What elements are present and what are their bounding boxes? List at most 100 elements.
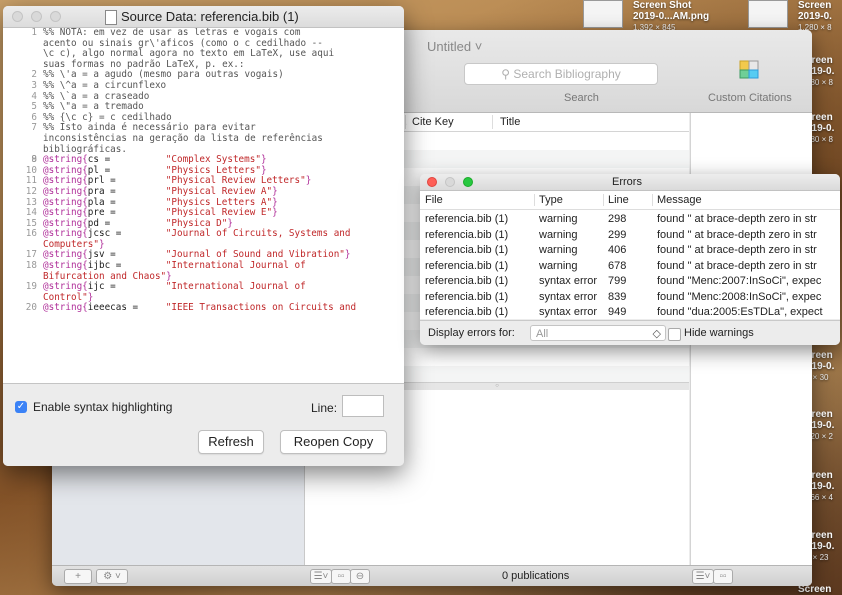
display-errors-label: Display errors for: — [428, 327, 515, 339]
link-button[interactable]: ⊖ — [350, 569, 370, 584]
refresh-button[interactable]: Refresh — [198, 430, 264, 454]
error-line-cell: 298 — [608, 213, 627, 225]
error-row[interactable]: referencia.bib (1) warning 299 found " at b… — [420, 228, 840, 243]
error-type-cell: syntax error — [539, 306, 598, 318]
code-string: "Physics Letters" — [165, 164, 261, 176]
error-line-cell: 406 — [608, 244, 627, 256]
code-comment: bibliográficas. — [43, 143, 127, 155]
code-string: "Journal of Sound and Vibration" — [165, 249, 345, 261]
hide-warnings-label[interactable]: Hide warnings — [684, 327, 754, 339]
column-header-file[interactable]: File — [425, 194, 443, 206]
error-message-cell: found " at brace-depth zero in str — [657, 228, 817, 241]
action-menu-button[interactable]: ⚙ ˅ — [96, 569, 128, 584]
column-divider — [603, 194, 604, 206]
column-header-line[interactable]: Line — [608, 194, 629, 206]
error-type-cell: syntax error — [539, 275, 598, 287]
error-row[interactable]: referencia.bib (1) warning 678 found " at b… — [420, 259, 840, 274]
code-brace: } — [166, 270, 172, 282]
file-name: Screen Shot — [633, 0, 692, 11]
minimize-icon[interactable] — [445, 177, 455, 187]
code-brace: } — [227, 217, 233, 229]
display-errors-select[interactable]: All ◇ — [530, 325, 666, 341]
error-type-cell: warning — [539, 228, 578, 241]
errors-table-header: File Type Line Message — [420, 191, 840, 210]
column-header-type[interactable]: Type — [539, 194, 563, 206]
code-string: "Physical Review Letters" — [165, 175, 306, 187]
code-keyword: @string{ — [43, 185, 88, 197]
column-header-title[interactable]: Title — [500, 116, 520, 128]
errors-table[interactable]: File Type Line Message referencia.bib (1… — [420, 191, 840, 319]
chevron-updown-icon: ◇ — [652, 328, 661, 340]
error-file-cell: referencia.bib (1) — [425, 306, 509, 318]
zoom-icon[interactable] — [463, 177, 473, 187]
column-divider — [405, 115, 406, 129]
title-bar[interactable]: Source Data: referencia.bib (1) — [3, 6, 404, 28]
code-key: ieeecas = — [87, 302, 139, 314]
add-group-button[interactable]: + — [64, 569, 92, 584]
error-file-cell: referencia.bib (1) — [425, 259, 509, 272]
code-brace: } — [260, 164, 267, 176]
minimize-icon[interactable] — [31, 11, 42, 22]
code-string: "Physical Review A" — [165, 185, 273, 197]
code-key: ijc = — [87, 281, 116, 293]
screenshot-thumbnail[interactable] — [748, 0, 788, 28]
side-list-button[interactable]: ☰˅ — [692, 569, 714, 584]
code-comment: %% \"a = a tremado — [43, 101, 144, 113]
screenshot-thumbnail[interactable] — [583, 0, 623, 28]
hide-warnings-checkbox[interactable] — [668, 328, 681, 341]
code-comment: \c c), algo normal agora no texto em LaT… — [43, 48, 335, 60]
title-bar[interactable]: Errors — [420, 174, 840, 191]
column-header-cite-key[interactable]: Cite Key — [412, 116, 454, 128]
reopen-copy-button[interactable]: Reopen Copy — [280, 430, 387, 454]
code-string: Computers" — [43, 238, 99, 250]
error-row[interactable]: referencia.bib (1) warning 406 found " at b… — [420, 243, 840, 258]
code-brace: } — [98, 238, 105, 250]
code-keyword: @string{ — [43, 164, 88, 176]
desktop-file[interactable]: Screen 2019-0. 1.280 × 8 — [798, 0, 832, 33]
code-brace: } — [272, 196, 278, 208]
source-footer: ✓ Enable syntax highlighting Line: Refre… — [3, 383, 404, 466]
code-key: pra = — [87, 185, 116, 197]
line-number-input[interactable] — [342, 395, 384, 417]
error-message-cell: found "Menc:2007:InSoCi", expec — [657, 275, 822, 287]
code-string: Bifurcation and Chaos" — [43, 270, 167, 282]
close-icon[interactable] — [427, 177, 437, 187]
error-line-cell: 839 — [608, 290, 627, 303]
syntax-highlighting-checkbox[interactable]: ✓ — [15, 401, 27, 413]
window-title[interactable]: Untitled ˅ — [427, 39, 482, 54]
error-row[interactable]: referencia.bib (1) syntax error 839 found "… — [420, 290, 840, 305]
search-input[interactable]: ⚲ Search Bibliography — [464, 63, 658, 85]
error-type-cell: warning — [539, 259, 578, 272]
column-divider — [492, 115, 493, 129]
code-keyword: @string{ — [43, 154, 88, 166]
line-number: 19 — [25, 281, 37, 293]
list-view-button[interactable]: ☰˅ — [310, 569, 332, 584]
error-line-cell: 299 — [608, 228, 627, 241]
code-string: "International Journal of — [165, 260, 306, 272]
error-row[interactable]: referencia.bib (1) syntax error 799 found "… — [420, 274, 840, 289]
code-comment: %% \`a = a craseado — [43, 90, 150, 102]
custom-citations-label[interactable]: Custom Citations — [708, 92, 792, 104]
code-keyword: @string{ — [43, 281, 88, 293]
source-code-editor[interactable]: 1 %% NOTA: em vez de usar as letras e vog… — [3, 28, 404, 383]
errors-window: Errors File Type Line Message referencia… — [420, 174, 840, 345]
error-message-cell: found "Menc:2008:InSoCi", expec — [657, 290, 822, 303]
window-title: Errors — [612, 176, 642, 188]
close-icon[interactable] — [12, 11, 23, 22]
error-row[interactable]: referencia.bib (1) warning 298 found " at b… — [420, 212, 840, 227]
error-message-cell: found "dua:2005:EsTDLa", expect — [657, 306, 823, 318]
custom-citations-icon[interactable] — [738, 58, 760, 80]
syntax-highlighting-label[interactable]: Enable syntax highlighting — [33, 400, 172, 414]
column-header-message[interactable]: Message — [657, 194, 702, 206]
grid-view-button[interactable]: ▫▫ — [331, 569, 351, 584]
code-keyword: @string{ — [43, 207, 88, 219]
error-file-cell: referencia.bib (1) — [425, 244, 509, 256]
zoom-icon[interactable] — [50, 11, 61, 22]
code-string: "Physica D" — [165, 217, 228, 229]
error-file-cell: referencia.bib (1) — [425, 290, 509, 303]
side-grid-button[interactable]: ▫▫ — [713, 569, 733, 584]
error-row[interactable]: referencia.bib (1) syntax error 949 found "… — [420, 305, 840, 320]
line-number: 3 — [31, 79, 37, 91]
desktop-file[interactable]: Screen Shot 2019-0...AM.png 1.392 × 845 — [633, 0, 709, 33]
error-message-cell: found " at brace-depth zero in str — [657, 259, 817, 272]
